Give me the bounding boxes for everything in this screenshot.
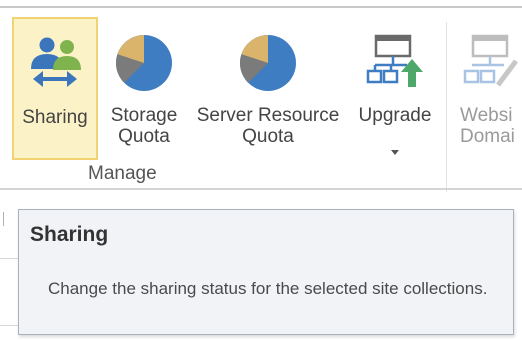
group-label-manage: Manage	[88, 163, 157, 184]
website-hierarchy-icon	[463, 34, 518, 87]
pie-chart-icon	[116, 35, 172, 91]
underlying-content-edge	[0, 212, 4, 226]
people-sharing-icon	[31, 37, 81, 87]
storage-quota-button[interactable]: Storage Quota	[104, 17, 184, 160]
ribbon-bottom-border	[0, 188, 522, 190]
upgrade-hierarchy-icon	[366, 34, 423, 87]
group-separator	[446, 22, 447, 192]
website-domain-button[interactable]: Websi Domai	[452, 17, 522, 160]
underlying-row-divider	[0, 325, 18, 326]
sharing-button[interactable]: Sharing	[12, 17, 98, 160]
storage-quota-label: Storage Quota	[110, 105, 178, 147]
tooltip-title: Sharing	[30, 223, 109, 246]
sharing-button-label: Sharing	[22, 107, 88, 128]
tooltip-description: Change the sharing status for the select…	[48, 279, 488, 298]
ribbon: Sharing Storage Quota Server Resource Quot…	[0, 8, 522, 192]
dropdown-arrow-icon[interactable]	[391, 150, 399, 155]
website-domain-label: Websi Domai	[460, 105, 515, 147]
sharing-tooltip: Sharing Change the sharing status for th…	[18, 209, 514, 335]
pie-chart-icon	[240, 35, 296, 91]
upgrade-button[interactable]: Upgrade	[350, 17, 440, 160]
server-resource-quota-button[interactable]: Server Resource Quota	[190, 17, 346, 160]
underlying-row-divider	[0, 258, 18, 259]
server-resource-quota-label: Server Resource Quota	[196, 105, 340, 147]
upgrade-label: Upgrade	[358, 105, 432, 126]
